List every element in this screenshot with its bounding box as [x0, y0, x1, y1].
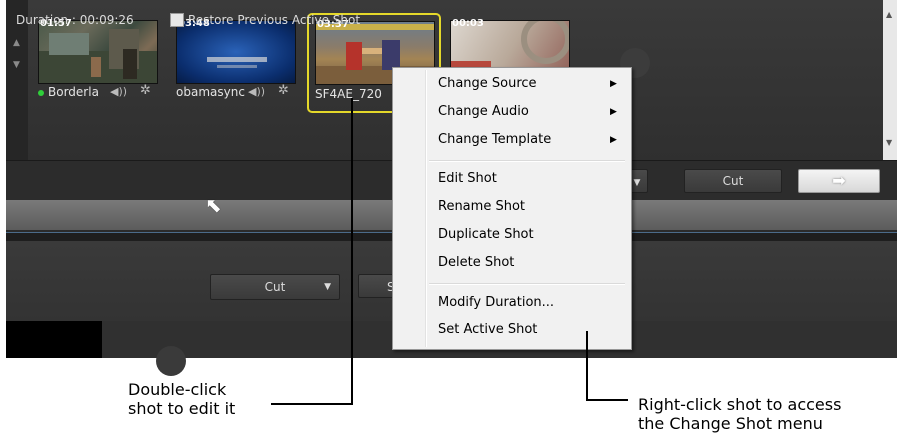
shot-name: SF4AE_720 — [315, 87, 382, 101]
menu-item-change-source[interactable]: Change Source — [438, 76, 537, 91]
shots-scrollbar[interactable]: ▲ ▼ — [883, 0, 897, 160]
game-scene-image — [39, 29, 157, 83]
cut-button[interactable]: Cut — [684, 169, 782, 193]
duration-label: Duration : 00:09:26 — [16, 13, 134, 27]
background-circle — [156, 346, 186, 376]
submenu-arrow-icon: ▶ — [610, 107, 617, 117]
shot-tile-1[interactable]: 01:57 Borderla ◀)) ✲ — [34, 16, 160, 104]
menu-item-set-active-shot[interactable]: Set Active Shot — [438, 322, 537, 337]
change-shot-context-menu: Change Source ▶ Change Audio ▶ Change Te… — [392, 67, 632, 350]
menu-separator — [429, 160, 625, 162]
volume-icon[interactable]: ◀)) — [248, 85, 265, 98]
live-indicator-icon — [38, 90, 44, 96]
restore-previous-checkbox[interactable] — [170, 13, 184, 27]
menu-item-modify-duration[interactable]: Modify Duration... — [438, 295, 554, 310]
shot-name: Borderla — [48, 85, 99, 99]
shot-duration: 00:03 — [452, 18, 484, 29]
callout-double-click: Double-click shot to edit it — [128, 380, 235, 418]
take-button[interactable]: ➡ — [798, 169, 880, 193]
callout-line-2: the Change Shot menu — [638, 414, 823, 433]
menu-item-edit-shot[interactable]: Edit Shot — [438, 171, 497, 186]
shot-name-row: Borderla ◀)) ✲ — [38, 83, 158, 102]
chevron-down-icon: ▼ — [324, 282, 331, 292]
callout-line-2: shot to edit it — [128, 399, 236, 418]
restore-previous-label: Restore Previous Active Shot — [188, 13, 361, 27]
submenu-arrow-icon: ▶ — [610, 79, 617, 89]
transition-select-button[interactable]: Cut ▼ — [210, 274, 340, 300]
volume-icon[interactable]: ◀)) — [110, 85, 127, 98]
callout-line-1: Double-click — [128, 380, 227, 399]
shot-name-row: obamasync ◀)) ✲ — [176, 83, 296, 102]
transition-label: Cut — [264, 280, 286, 294]
shot-name: obamasync — [176, 85, 245, 99]
gear-icon[interactable]: ✲ — [140, 83, 151, 98]
menu-item-change-audio[interactable]: Change Audio — [438, 104, 529, 119]
shot-thumbnail — [176, 20, 296, 84]
menu-item-duplicate-shot[interactable]: Duplicate Shot — [438, 227, 534, 242]
menu-gutter — [425, 70, 427, 347]
scroll-up-icon[interactable]: ▲ — [13, 38, 20, 48]
take-arrow-icon: ➡ — [832, 171, 846, 190]
mouse-cursor-icon: ⬉ — [205, 193, 222, 217]
menu-item-change-template[interactable]: Change Template — [438, 132, 551, 147]
menu-item-delete-shot[interactable]: Delete Shot — [438, 255, 514, 270]
submenu-arrow-icon: ▶ — [610, 135, 617, 145]
menu-separator — [429, 283, 625, 285]
scroll-down-icon[interactable]: ▼ — [13, 60, 20, 70]
news-scene-image — [207, 57, 267, 68]
callout-line-1: Right-click shot to access — [638, 395, 842, 414]
menu-item-rename-shot[interactable]: Rename Shot — [438, 199, 525, 214]
callout-line — [351, 98, 353, 404]
callout-right-click: Right-click shot to access the Change Sh… — [638, 395, 841, 433]
callout-line — [586, 399, 628, 401]
callout-line — [586, 331, 588, 401]
scroll-down-icon[interactable]: ▼ — [886, 138, 892, 147]
shot-tile-2[interactable]: 03:48 obamasync ◀)) ✲ — [172, 16, 298, 104]
gear-icon[interactable]: ✲ — [278, 83, 289, 98]
callout-line — [271, 403, 353, 405]
preview-thumbnail — [6, 321, 102, 358]
chevron-down-icon: ▼ — [633, 178, 641, 188]
scroll-up-icon[interactable]: ▲ — [886, 10, 892, 19]
shot-thumbnail — [38, 20, 158, 84]
